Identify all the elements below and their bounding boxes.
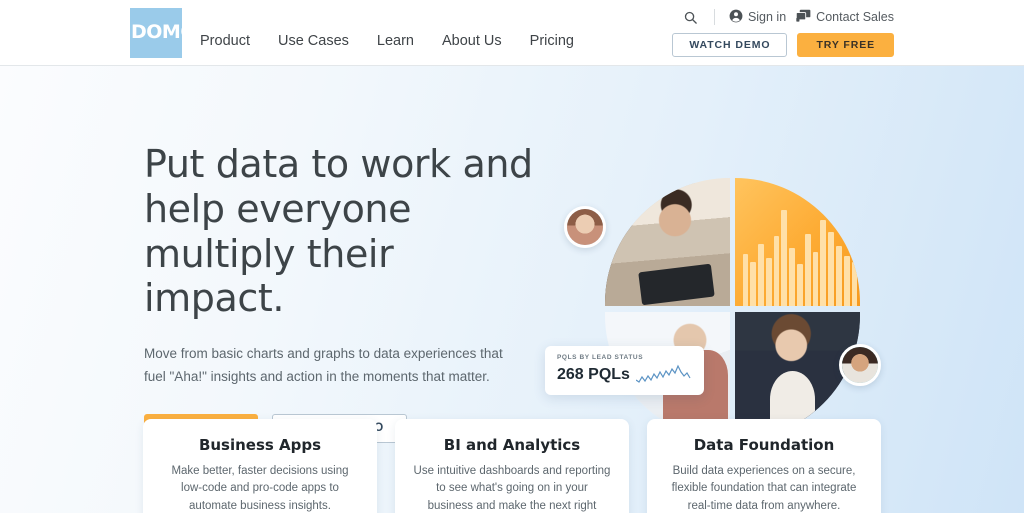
hero-copy: Put data to work and help everyone multi… [144,142,544,443]
header-try-free-button[interactable]: TRY FREE [797,33,894,57]
sign-in-label: Sign in [747,10,787,24]
avatar-woman-left [564,206,606,248]
feature-card-title: Data Foundation [693,436,835,454]
header-cta-group: WATCH DEMO TRY FREE [672,33,894,57]
utility-bar: Sign in Contact Sales [682,8,894,26]
hero-image-collage: PQLS BY LEAD STATUS 268 PQLs [545,178,881,444]
feature-card-description: Build data experiences on a secure, flex… [671,465,857,512]
feature-card-title: Business Apps [198,436,322,454]
nav-item-pricing[interactable]: Pricing [530,33,574,49]
feature-card-data-foundation[interactable]: Data Foundation Build data experiences o… [647,419,881,513]
search-icon[interactable] [682,8,700,26]
feature-card-description: Make better, faster decisions using low-… [171,465,349,512]
feature-card-bi-and-analytics[interactable]: BI and Analytics Use intuitive dashboard… [395,419,629,513]
site-header: DOMO Product Use Cases Learn About Us Pr… [0,0,1024,66]
collage-photo-man-with-tablet [605,178,730,306]
hero-subtitle: Move from basic charts and graphs to dat… [144,346,503,384]
nav-item-about-us[interactable]: About Us [442,33,502,49]
kpi-card-value: 268 PQLs [557,366,630,383]
feature-card-title: BI and Analytics [443,436,581,454]
hero-section: Put data to work and help everyone multi… [0,66,1024,513]
feature-card-business-apps[interactable]: Business Apps Make better, faster decisi… [143,419,377,513]
feature-card-description: Use intuitive dashboards and reporting t… [413,465,611,512]
main-nav: Product Use Cases Learn About Us Pricing [200,33,574,49]
header-watch-demo-button[interactable]: WATCH DEMO [672,33,788,57]
account-circle-icon [729,9,743,26]
contact-sales-link[interactable]: Contact Sales [796,9,894,26]
avatar-woman-right [839,344,881,386]
contact-sales-label: Contact Sales [816,10,894,24]
page-root: DOMO Product Use Cases Learn About Us Pr… [0,0,1024,513]
sign-in-link[interactable]: Sign in [729,9,786,26]
kpi-card-row: 268 PQLs [557,364,692,386]
chat-bubbles-icon [796,9,811,26]
collage-orange-bar-chart [735,178,860,306]
nav-item-product[interactable]: Product [200,33,250,49]
domo-logo-text: DOMO [131,21,196,43]
nav-item-use-cases[interactable]: Use Cases [278,33,349,49]
bar-chart-bars [742,206,858,306]
kpi-card-label: PQLS BY LEAD STATUS [557,354,644,361]
kpi-card-pqls: PQLS BY LEAD STATUS 268 PQLs [545,346,704,395]
sparkline-chart [635,364,691,383]
hero-title: Put data to work and help everyone multi… [144,142,533,321]
utility-divider [713,9,715,25]
nav-item-learn[interactable]: Learn [377,33,414,49]
feature-card-row: Business Apps Make better, faster decisi… [0,419,1024,513]
